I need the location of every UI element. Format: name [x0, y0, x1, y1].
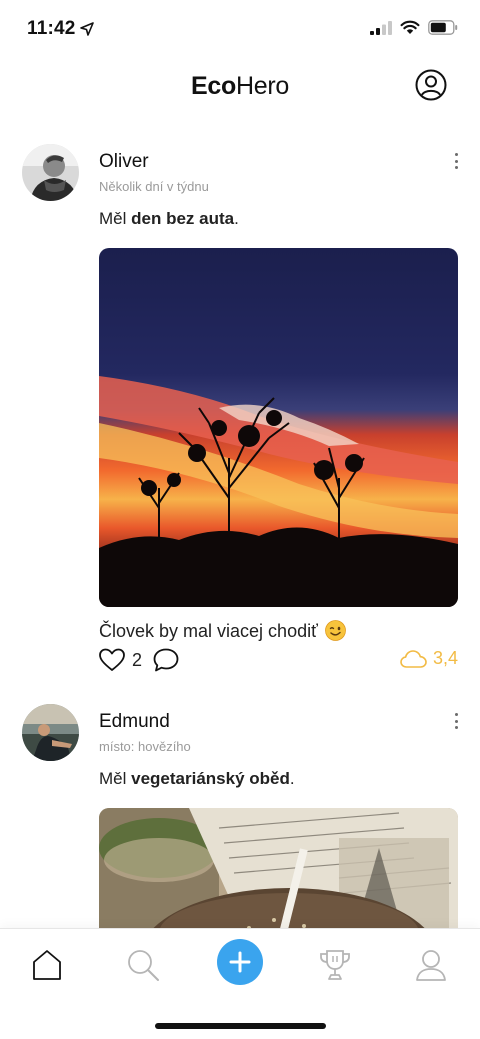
battery-icon	[428, 20, 458, 35]
caption-text: Človek by mal viacej chodiť	[99, 621, 318, 641]
tab-home[interactable]	[25, 943, 69, 987]
home-indicator	[155, 1023, 326, 1029]
tab-search[interactable]	[121, 943, 165, 987]
co2-value: 3,4	[432, 648, 458, 668]
action-text: Měl den bez auta.	[99, 209, 239, 229]
post-caption: Človek by mal viacej chodiť	[99, 620, 346, 642]
more-dot	[454, 153, 458, 156]
plus-icon	[229, 951, 251, 973]
action-prefix: Měl	[99, 209, 132, 228]
action-suffix: .	[289, 769, 295, 788]
post-subline: Několik dní v týdnu	[99, 179, 209, 194]
like-count: 2	[132, 650, 143, 670]
app-title-light: Hero	[235, 72, 289, 100]
location-arrow-icon	[80, 22, 94, 36]
avatar[interactable]	[22, 704, 79, 761]
action-name: vegetariánský oběd	[131, 769, 290, 788]
co2-saving[interactable]: 3,4	[400, 648, 458, 669]
post-actions: 2 3,4	[99, 648, 458, 672]
tab-profile[interactable]	[409, 943, 453, 987]
avatar[interactable]	[22, 144, 79, 201]
more-dot	[454, 726, 458, 729]
more-dot	[454, 159, 458, 163]
status-time: 11:42	[27, 18, 76, 39]
action-name: den bez auta	[131, 209, 235, 228]
author-name[interactable]: Oliver	[99, 151, 149, 173]
like-heart-icon[interactable]	[99, 648, 125, 672]
action-suffix: .	[234, 209, 239, 228]
post: Oliver Několik dní v týdnu Měl den bez a…	[0, 130, 480, 690]
action-prefix: Měl	[99, 769, 132, 788]
more-dot	[454, 166, 458, 169]
status-bar: 11:42	[0, 0, 480, 56]
cellular-signal-icon	[370, 20, 392, 35]
more-dot	[454, 713, 458, 716]
winking-face-icon	[324, 620, 346, 641]
cloud-icon	[400, 649, 427, 668]
post-subline: místo: hovězího	[99, 739, 191, 754]
profile-icon	[416, 950, 446, 981]
search-icon	[128, 950, 159, 981]
comment-icon[interactable]	[153, 648, 179, 672]
more-options-button[interactable]	[450, 711, 462, 731]
app-header: EcoHero	[0, 56, 480, 116]
home-icon	[33, 950, 61, 980]
tab-leaderboard[interactable]	[313, 943, 357, 987]
profile-button[interactable]	[415, 69, 447, 101]
tab-bar	[0, 928, 480, 1039]
trophy-icon	[320, 950, 350, 980]
post-image[interactable]	[99, 248, 458, 607]
status-indicators	[370, 20, 458, 35]
feed[interactable]: Oliver Několik dní v týdnu Měl den bez a…	[0, 130, 480, 928]
app-title-bold: Eco	[191, 72, 236, 100]
post-image[interactable]	[99, 808, 458, 928]
action-text: Měl vegetariánský oběd.	[99, 769, 295, 789]
wifi-icon	[400, 20, 420, 34]
author-name[interactable]: Edmund	[99, 711, 170, 733]
more-options-button[interactable]	[450, 151, 462, 171]
post: Edmund místo: hovězího Měl vegetariánský…	[0, 690, 480, 928]
app-title: EcoHero	[0, 72, 480, 101]
add-button[interactable]	[217, 939, 263, 985]
more-dot	[454, 719, 458, 723]
